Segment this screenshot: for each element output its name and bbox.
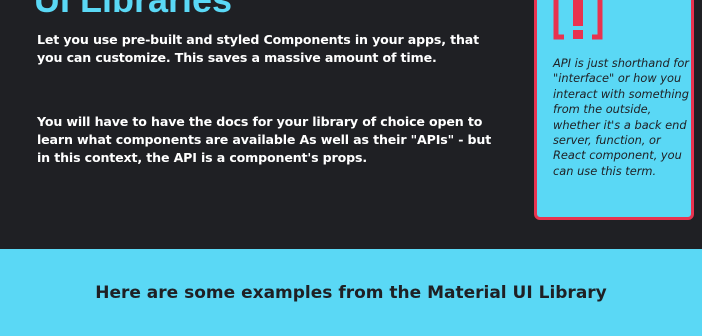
api-note-text: API is just shorthand for "interface" or… [553, 56, 689, 178]
exclamation-bracket-icon [553, 0, 603, 40]
intro-paragraph: Let you use pre-built and styled Compone… [37, 32, 479, 65]
docs-paragraph: You will have to have the docs for your … [37, 114, 492, 165]
content-section: UI Libraries Let you use pre-built and s… [0, 0, 702, 249]
page-title: UI Libraries [34, 0, 232, 22]
api-note-callout: API is just shorthand for "interface" or… [534, 0, 694, 220]
examples-heading: Here are some examples from the Material… [95, 283, 607, 303]
examples-banner: Here are some examples from the Material… [0, 249, 702, 336]
